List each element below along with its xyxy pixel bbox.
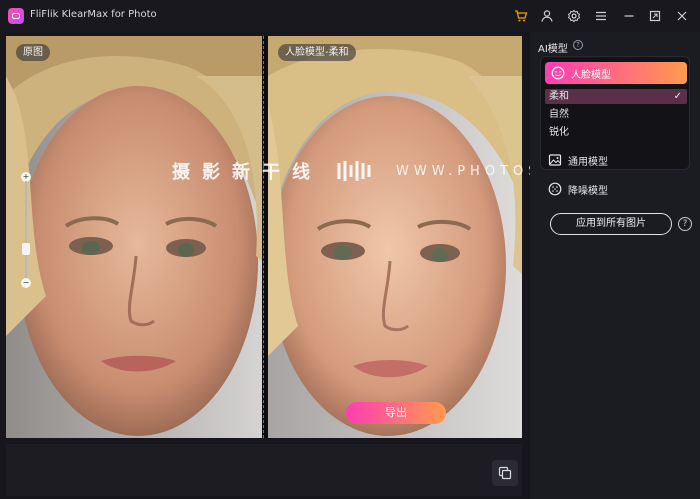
export-button[interactable]: 导出	[346, 402, 446, 424]
minimize-icon[interactable]	[620, 7, 638, 25]
app-logo-icon	[8, 8, 24, 24]
original-image[interactable]: 原图 + −	[6, 36, 262, 438]
general-model-button[interactable]: 通用模型	[548, 152, 608, 168]
face-model-label: 人脸模型	[571, 69, 611, 81]
zoom-slider[interactable]: + −	[21, 172, 31, 288]
option-sharpen[interactable]: 锐化	[545, 125, 687, 140]
maximize-icon[interactable]	[646, 7, 664, 25]
denoise-model-button[interactable]: 降噪模型	[548, 181, 608, 197]
check-icon: ✓	[673, 91, 682, 102]
zoom-track[interactable]	[25, 181, 27, 281]
compare-icon	[498, 466, 512, 480]
menu-icon[interactable]	[592, 7, 610, 25]
app-title: FliFlik KlearMax for Photo	[30, 9, 157, 20]
zoom-out-icon[interactable]: −	[21, 278, 31, 288]
enhanced-label: 人脸模型-柔和	[278, 44, 356, 61]
face-model-button[interactable]: 人脸模型	[545, 62, 687, 84]
smile-icon	[551, 66, 565, 80]
option-soft[interactable]: 柔和 ✓	[545, 89, 687, 104]
help-icon[interactable]: ?	[573, 40, 583, 50]
apply-help-icon[interactable]: ?	[678, 217, 692, 231]
compare-divider[interactable]	[263, 36, 267, 438]
enhanced-image[interactable]: 人脸模型-柔和	[268, 36, 522, 438]
general-model-label: 通用模型	[568, 156, 608, 168]
option-soft-label: 柔和	[549, 91, 569, 102]
ai-model-panel: AI模型 ? 人脸模型 柔和 ✓ 自然 锐化 通用模型 降噪模型 应用到所有图片…	[530, 32, 700, 499]
cart-icon[interactable]	[512, 7, 530, 25]
option-natural[interactable]: 自然	[545, 107, 687, 122]
denoise-model-label: 降噪模型	[568, 185, 608, 197]
gear-icon[interactable]	[565, 7, 583, 25]
preview-area: 原图 + − 人脸模型-柔和 导出	[6, 36, 522, 438]
panel-title: AI模型	[538, 44, 568, 55]
denoise-icon	[548, 182, 562, 196]
compare-view-button[interactable]	[492, 460, 518, 486]
original-label: 原图	[16, 44, 50, 61]
thumbnail-strip	[6, 444, 522, 496]
zoom-handle[interactable]	[22, 242, 30, 255]
apply-to-all-button[interactable]: 应用到所有图片	[550, 213, 672, 235]
close-icon[interactable]	[673, 7, 691, 25]
user-icon[interactable]	[538, 7, 556, 25]
portrait-original	[6, 36, 262, 438]
portrait-enhanced	[268, 36, 522, 438]
title-bar: FliFlik KlearMax for Photo	[0, 0, 700, 32]
image-icon	[548, 154, 562, 166]
